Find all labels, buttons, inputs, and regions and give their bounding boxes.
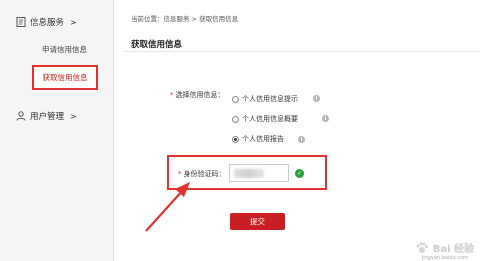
check-icon: ✓: [295, 169, 304, 178]
sidebar: 信息服务 > 申请信用信息 获取信用信息 用户管理 >: [0, 0, 114, 261]
sidebar-group-info-service[interactable]: 信息服务 >: [16, 16, 77, 28]
option-label: 个人信用信息提示: [242, 95, 298, 103]
sidebar-item-apply-credit-info[interactable]: 申请信用信息: [42, 44, 87, 55]
page-title: 获取信用信息: [131, 40, 183, 50]
chevron-right-icon: >: [70, 17, 77, 27]
option-credit-info-summary[interactable]: 个人信用信息概要: [232, 114, 298, 124]
breadcrumb: 当前位置：信息服务 > 获取信用信息: [131, 15, 239, 23]
paw-logo-icon: [416, 242, 428, 253]
info-icon[interactable]: i: [322, 115, 329, 122]
title-divider: [124, 51, 480, 52]
option-label: 个人信用信息概要: [242, 115, 298, 123]
user-icon: [16, 111, 26, 121]
radio-button[interactable]: [232, 95, 239, 103]
select-credit-info-label: * 选择信用信息：: [170, 91, 225, 99]
radio-button[interactable]: [232, 115, 239, 123]
radio-button-checked[interactable]: [232, 135, 239, 143]
blurred-value: [234, 168, 264, 178]
option-credit-info-hint[interactable]: 个人信用信息提示: [232, 94, 298, 104]
watermark-subtext: jingyan.baidu.com: [421, 255, 468, 261]
annotation-arrow: [145, 182, 190, 232]
sidebar-group-label: 信息服务: [30, 18, 65, 28]
info-icon[interactable]: i: [298, 136, 305, 143]
watermark: Bai 经验: [415, 240, 474, 255]
sidebar-group-user-management[interactable]: 用户管理 >: [16, 110, 77, 122]
required-mark: *: [170, 91, 174, 99]
document-icon: [16, 17, 26, 27]
submit-button[interactable]: 提交: [230, 213, 285, 230]
sidebar-item-get-credit-info[interactable]: 获取信用信息: [32, 65, 98, 90]
option-credit-report[interactable]: 个人信用报告: [232, 134, 284, 144]
sidebar-group-label: 用户管理: [30, 112, 65, 122]
watermark-text: Bai 经验: [432, 244, 474, 255]
chevron-right-icon: >: [70, 111, 77, 121]
option-label: 个人信用报告: [242, 135, 284, 143]
id-code-input[interactable]: [229, 164, 289, 182]
info-icon[interactable]: i: [313, 95, 320, 102]
